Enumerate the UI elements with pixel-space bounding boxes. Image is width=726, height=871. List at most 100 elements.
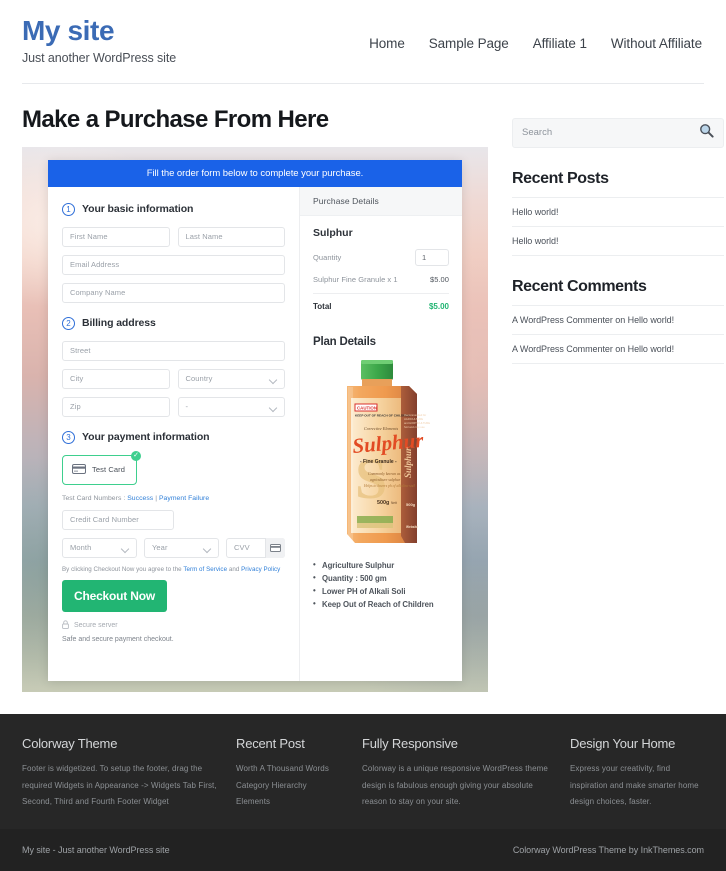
svg-text:500g: 500g bbox=[377, 500, 389, 506]
list-item[interactable]: Elements bbox=[236, 794, 344, 811]
recent-comment-link[interactable]: A WordPress Commenter on Hello world! bbox=[512, 344, 674, 354]
svg-text:Commonly known as: Commonly known as bbox=[368, 472, 401, 476]
plan-bullets-list: Agriculture Sulphur Quantity : 500 gm Lo… bbox=[300, 559, 462, 625]
svg-text:agriculture sulphur: agriculture sulphur bbox=[370, 478, 401, 482]
first-name-input[interactable]: First Name bbox=[62, 226, 170, 247]
svg-text:500g: 500g bbox=[406, 502, 416, 507]
terms-agreement-text: By clicking Checkout Now you agree to th… bbox=[62, 566, 285, 573]
plan-bullet-item: Quantity : 500 gm bbox=[313, 573, 449, 583]
total-amount: $5.00 bbox=[428, 301, 449, 311]
footer-widget-recent-post: Recent Post Worth A Thousand Words Categ… bbox=[236, 736, 344, 811]
footer-widget-title: Fully Responsive bbox=[362, 735, 458, 751]
step-3-number: 3 bbox=[62, 430, 75, 444]
email-input[interactable]: Email Address bbox=[62, 254, 285, 275]
secure-server-label: Secure server bbox=[74, 621, 118, 629]
recent-post-link[interactable]: Hello world! bbox=[512, 236, 558, 246]
plan-bullet-item: Lower PH of Alkali Soli bbox=[313, 586, 449, 596]
plan-bullet-item: Agriculture Sulphur bbox=[313, 560, 449, 570]
test-card-numbers-note: Test Card Numbers : Success | Payment Fa… bbox=[62, 495, 285, 502]
site-title[interactable]: My site bbox=[22, 15, 176, 47]
list-item[interactable]: A WordPress Commenter on Hello world! bbox=[512, 335, 724, 364]
nav-item-affiliate-1[interactable]: Affiliate 1 bbox=[533, 36, 587, 51]
zip-input[interactable]: Zip bbox=[62, 396, 170, 417]
sidebar: Search Recent Posts Hello world! Hello w… bbox=[512, 106, 724, 386]
step-3-label: Your payment information bbox=[82, 431, 210, 444]
cvv-wrap: CVV bbox=[226, 537, 285, 558]
credit-card-icon bbox=[72, 461, 86, 479]
success-link[interactable]: Success bbox=[127, 495, 153, 502]
name-field-row: First Name Last Name bbox=[62, 226, 285, 247]
footer-widget-body: Footer is widgetized. To setup the foote… bbox=[22, 763, 217, 807]
search-icon[interactable] bbox=[699, 123, 714, 143]
total-label: Total bbox=[313, 301, 332, 311]
lock-icon bbox=[62, 620, 69, 631]
test-card-button[interactable]: ✓ Test Card bbox=[62, 450, 141, 485]
list-item[interactable]: Category Hierarchy bbox=[236, 778, 344, 795]
step-3-heading: 3 Your payment information bbox=[62, 430, 285, 444]
step-2-number: 2 bbox=[62, 316, 75, 330]
agree-mid: and bbox=[227, 565, 242, 573]
purchase-details-divider bbox=[313, 292, 449, 294]
test-numbers-prefix: Test Card Numbers : bbox=[62, 494, 128, 502]
copyright-bar: My site - Just another WordPress site Co… bbox=[0, 829, 726, 871]
secure-checkout-note: Safe and secure payment checkout. bbox=[62, 635, 174, 643]
last-name-input[interactable]: Last Name bbox=[177, 226, 285, 247]
form-banner: Fill the order form below to complete yo… bbox=[48, 159, 462, 187]
page-title: Make a Purchase From Here bbox=[22, 105, 329, 133]
city-input[interactable]: City bbox=[62, 368, 170, 389]
search-widget[interactable]: Search bbox=[512, 117, 724, 148]
street-input[interactable]: Street bbox=[62, 340, 285, 361]
street-field-row: Street bbox=[62, 340, 285, 361]
nav-item-home[interactable]: Home bbox=[369, 36, 405, 51]
privacy-policy-link[interactable]: Privacy Policy bbox=[241, 566, 280, 573]
list-item[interactable]: Hello world! bbox=[512, 198, 724, 227]
credit-card-number-input[interactable]: Credit Card Number bbox=[62, 509, 174, 530]
purchase-details-body: Sulphur Quantity 1 Sulphur Fine Granule … bbox=[300, 216, 462, 322]
search-input[interactable]: Search bbox=[522, 127, 552, 138]
payment-failure-link[interactable]: Payment Failure bbox=[159, 495, 209, 502]
company-field-row: Company Name bbox=[62, 282, 285, 303]
quantity-input[interactable]: 1 bbox=[415, 248, 449, 266]
page-wrap: Make a Purchase From Here Fill the order… bbox=[0, 84, 726, 692]
copyright-right[interactable]: Colorway WordPress Theme by InkThemes.co… bbox=[513, 845, 704, 855]
copyright-left: My site - Just another WordPress site bbox=[22, 845, 170, 856]
expiry-month-select[interactable]: Month bbox=[62, 537, 137, 558]
city-country-row: City Country bbox=[62, 368, 285, 389]
zip-state-row: Zip - bbox=[62, 396, 285, 417]
email-field-row: Email Address bbox=[62, 254, 285, 275]
nav-item-without-affiliate[interactable]: Without Affiliate bbox=[611, 36, 702, 51]
step-1-heading: 1 Your basic information bbox=[62, 202, 285, 216]
state-select[interactable]: - bbox=[177, 396, 285, 417]
recent-post-link[interactable]: Hello world! bbox=[512, 207, 558, 217]
sulphur-bottle-image: S CAUTION KEEP OUT OF REACH OF CHILDREN … bbox=[347, 359, 430, 543]
footer-widget-body: Express your creativity, find inspiratio… bbox=[570, 763, 699, 807]
check-icon: ✓ bbox=[131, 450, 141, 461]
line-item-row: Sulphur Fine Granule x 1 $5.00 bbox=[313, 275, 449, 284]
nav-item-sample-page[interactable]: Sample Page bbox=[429, 36, 509, 51]
footer-widget-body: Colorway is a unique responsive WordPres… bbox=[362, 763, 548, 807]
footer-recent-post-list: Worth A Thousand Words Category Hierarch… bbox=[236, 761, 344, 811]
svg-text:- Fine Granule -: - Fine Granule - bbox=[360, 459, 397, 465]
recent-comment-link[interactable]: A WordPress Commenter on Hello world! bbox=[512, 315, 674, 325]
card-expiry-row: Month Year CVV bbox=[62, 537, 285, 558]
recent-comments-list: A WordPress Commenter on Hello world! A … bbox=[512, 306, 724, 364]
list-item[interactable]: Worth A Thousand Words bbox=[236, 761, 344, 778]
checkout-now-button[interactable]: Checkout Now bbox=[62, 579, 167, 612]
footer-widget-title: Design Your Home bbox=[570, 735, 676, 751]
list-item[interactable]: Hello world! bbox=[512, 227, 724, 256]
card-number-row: Credit Card Number bbox=[62, 509, 285, 530]
brand-block: My site Just another WordPress site bbox=[22, 14, 176, 65]
svg-text:and HORTICULTURE: and HORTICULTURE bbox=[404, 421, 430, 425]
plan-details-heading: Plan Details bbox=[313, 335, 376, 348]
expiry-year-select[interactable]: Year bbox=[144, 537, 219, 558]
form-body: 1 Your basic information First Name Last… bbox=[48, 186, 462, 681]
svg-text:Nett: Nett bbox=[391, 501, 397, 505]
country-select[interactable]: Country bbox=[177, 368, 285, 389]
footer-widget-fully-responsive: Fully Responsive Colorway is a unique re… bbox=[362, 736, 552, 811]
total-row: Total $5.00 bbox=[313, 302, 449, 311]
company-input[interactable]: Company Name bbox=[62, 282, 285, 303]
terms-of-service-link[interactable]: Term of Service bbox=[183, 566, 227, 573]
list-item[interactable]: A WordPress Commenter on Hello world! bbox=[512, 306, 724, 335]
quantity-row: Quantity 1 bbox=[313, 248, 449, 266]
svg-text:AGRICULTURE: AGRICULTURE bbox=[404, 417, 423, 421]
